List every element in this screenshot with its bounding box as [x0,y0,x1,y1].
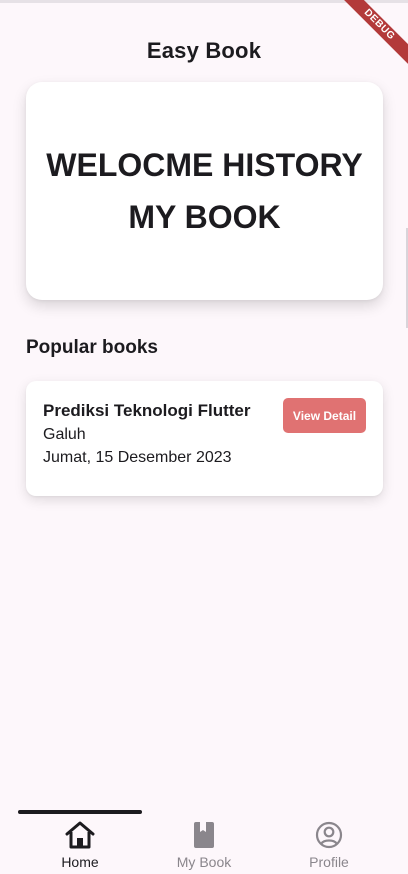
bottom-navigation: Home My Book Profile [0,810,408,874]
nav-my-book-label: My Book [176,854,232,870]
book-card[interactable]: Prediksi Teknologi Flutter Galuh Jumat, … [26,381,383,496]
nav-my-book[interactable]: My Book [142,820,266,870]
nav-profile-label: Profile [309,854,349,870]
book-date: Jumat, 15 Desember 2023 [43,449,232,466]
book-icon [142,820,266,850]
nav-profile[interactable]: Profile [267,820,391,870]
view-detail-button[interactable]: View Detail [283,398,366,433]
nav-home[interactable]: Home [18,820,142,870]
home-icon [18,820,142,850]
app-title: Easy Book [146,38,262,63]
welcome-text: WELOCME HISTORY MY BOOK [46,147,363,235]
popular-books-heading: Popular books [26,337,158,358]
nav-home-label: Home [61,854,99,870]
active-tab-indicator [18,810,142,814]
book-title: Prediksi Teknologi Flutter [43,401,251,420]
book-author: Galuh [43,426,86,443]
profile-icon [267,820,391,850]
welcome-card: WELOCME HISTORY MY BOOK [26,82,383,300]
